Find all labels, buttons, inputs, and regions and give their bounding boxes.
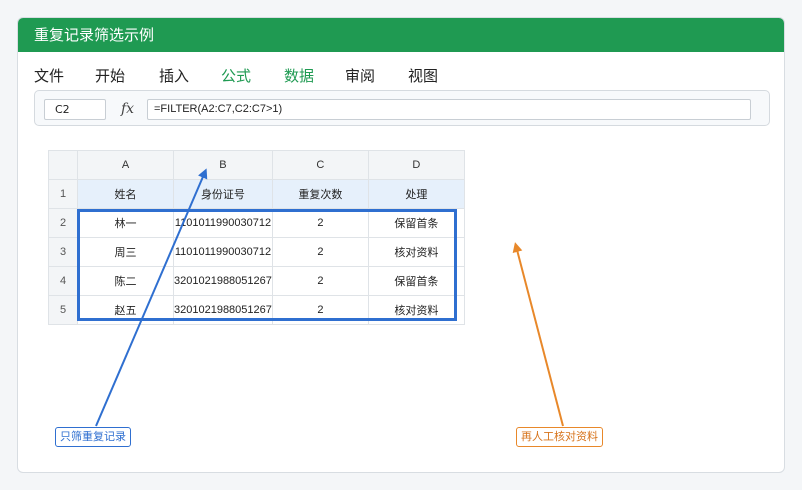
window-title: 重复记录筛选示例 — [34, 26, 155, 44]
table-row: 4 陈二 3201021988051267 2 保留首条 — [48, 266, 465, 296]
spreadsheet-grid: A B C D 1 姓名 身份证号 重复次数 处理 2 林一 110101199… — [48, 150, 465, 325]
cell-c4[interactable]: 2 — [271, 266, 369, 296]
app-window: 重复记录筛选示例 文件 开始 插入 公式 数据 审阅 视图 C2 fx =FIL… — [17, 17, 785, 473]
cell-a3[interactable]: 周三 — [77, 237, 174, 267]
menu-data[interactable]: 数据 — [284, 64, 314, 88]
cell-b5[interactable]: 3201021988051267 — [173, 295, 273, 325]
cell-d4[interactable]: 保留首条 — [367, 266, 465, 296]
cell-a4[interactable]: 陈二 — [77, 266, 174, 296]
table-row: 2 林一 110101199003071​2 2 保留首条 — [48, 208, 465, 238]
column-header-c[interactable]: C — [271, 150, 369, 180]
cell-b4[interactable]: 3201021988051267 — [173, 266, 273, 296]
annotation-label-filter: 只筛重复记录 — [55, 427, 131, 447]
row-header[interactable]: 3 — [48, 237, 78, 267]
cell-c1[interactable]: 重复次数 — [271, 179, 369, 209]
cell-d3[interactable]: 核对资料 — [367, 237, 465, 267]
table-row: 1 姓名 身份证号 重复次数 处理 — [48, 179, 465, 209]
name-box[interactable]: C2 — [44, 99, 106, 120]
column-header-b[interactable]: B — [173, 150, 273, 180]
cell-b2[interactable]: 110101199003071​2 — [173, 208, 273, 238]
row-header[interactable]: 2 — [48, 208, 78, 238]
menu-view[interactable]: 视图 — [408, 64, 438, 88]
column-header-row: A B C D — [48, 150, 465, 180]
cell-c3[interactable]: 2 — [271, 237, 369, 267]
table-row: 5 赵五 3201021988051267 2 核对资料 — [48, 295, 465, 325]
cell-d5[interactable]: 核对资料 — [367, 295, 465, 325]
cell-d1[interactable]: 处理 — [367, 179, 465, 209]
cell-c2[interactable]: 2 — [271, 208, 369, 238]
title-bar: 重复记录筛选示例 — [18, 18, 784, 52]
formula-input[interactable]: =FILTER(A2:C7,C2:C7>1) — [147, 99, 751, 120]
column-header-d[interactable]: D — [367, 150, 465, 180]
menu-formulas[interactable]: 公式 — [221, 64, 251, 88]
select-all-corner[interactable] — [48, 150, 78, 180]
formula-bar: C2 fx =FILTER(A2:C7,C2:C7>1) — [34, 90, 770, 126]
menu-insert[interactable]: 插入 — [159, 64, 189, 88]
row-header[interactable]: 1 — [48, 179, 78, 209]
menu-review[interactable]: 审阅 — [345, 64, 375, 88]
menu-bar: 文件 开始 插入 公式 数据 审阅 视图 — [18, 64, 784, 88]
table-row: 3 周三 1101011990030712 2 核对资料 — [48, 237, 465, 267]
row-header[interactable]: 4 — [48, 266, 78, 296]
cell-c5[interactable]: 2 — [271, 295, 369, 325]
cell-a5[interactable]: 赵五 — [77, 295, 174, 325]
fx-icon[interactable]: fx — [121, 98, 134, 120]
menu-file[interactable]: 文件 — [34, 64, 64, 88]
row-header[interactable]: 5 — [48, 295, 78, 325]
cell-d2[interactable]: 保留首条 — [367, 208, 465, 238]
cell-a1[interactable]: 姓名 — [77, 179, 174, 209]
cell-b3[interactable]: 1101011990030712 — [173, 237, 273, 267]
cell-b1[interactable]: 身份证号 — [173, 179, 273, 209]
column-header-a[interactable]: A — [77, 150, 174, 180]
menu-home[interactable]: 开始 — [95, 64, 125, 88]
annotation-label-review: 再人工核对资料 — [516, 427, 603, 447]
cell-a2[interactable]: 林一 — [77, 208, 174, 238]
